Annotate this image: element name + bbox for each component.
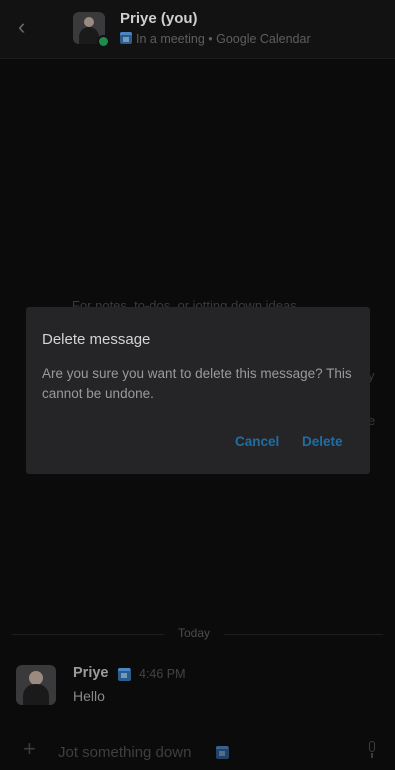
conversation-title[interactable]: Priye (you) bbox=[120, 10, 198, 27]
calendar-icon bbox=[216, 746, 229, 759]
avatar-body bbox=[79, 27, 99, 44]
date-divider-label: Today bbox=[164, 626, 225, 640]
status-line: In a meeting • Google Calendar bbox=[120, 32, 311, 46]
message-timestamp: 4:46 PM bbox=[139, 667, 186, 681]
calendar-icon bbox=[120, 32, 132, 44]
message-text[interactable]: Hello bbox=[73, 688, 105, 704]
back-icon[interactable]: ‹ bbox=[18, 16, 36, 38]
delete-message-dialog: Delete message Are you sure you want to … bbox=[26, 307, 370, 474]
dialog-body: Are you sure you want to delete this mes… bbox=[42, 366, 352, 401]
cancel-button[interactable]: Cancel bbox=[235, 434, 279, 449]
calendar-icon bbox=[118, 668, 131, 681]
plus-icon[interactable]: + bbox=[23, 738, 36, 760]
avatar-head bbox=[84, 17, 94, 27]
message-author[interactable]: Priye bbox=[73, 665, 108, 681]
dialog-title: Delete message bbox=[42, 331, 151, 348]
avatar-head bbox=[29, 671, 43, 685]
presence-indicator bbox=[97, 35, 110, 48]
conversation-header: ‹ Priye (you) In a meeting • Google Cale… bbox=[0, 0, 395, 59]
microphone-icon[interactable] bbox=[366, 741, 378, 759]
delete-button[interactable]: Delete bbox=[302, 434, 343, 449]
avatar-body bbox=[23, 684, 49, 705]
status-text: In a meeting • Google Calendar bbox=[136, 32, 311, 46]
message-avatar[interactable] bbox=[16, 665, 56, 705]
message-input[interactable] bbox=[58, 742, 318, 762]
